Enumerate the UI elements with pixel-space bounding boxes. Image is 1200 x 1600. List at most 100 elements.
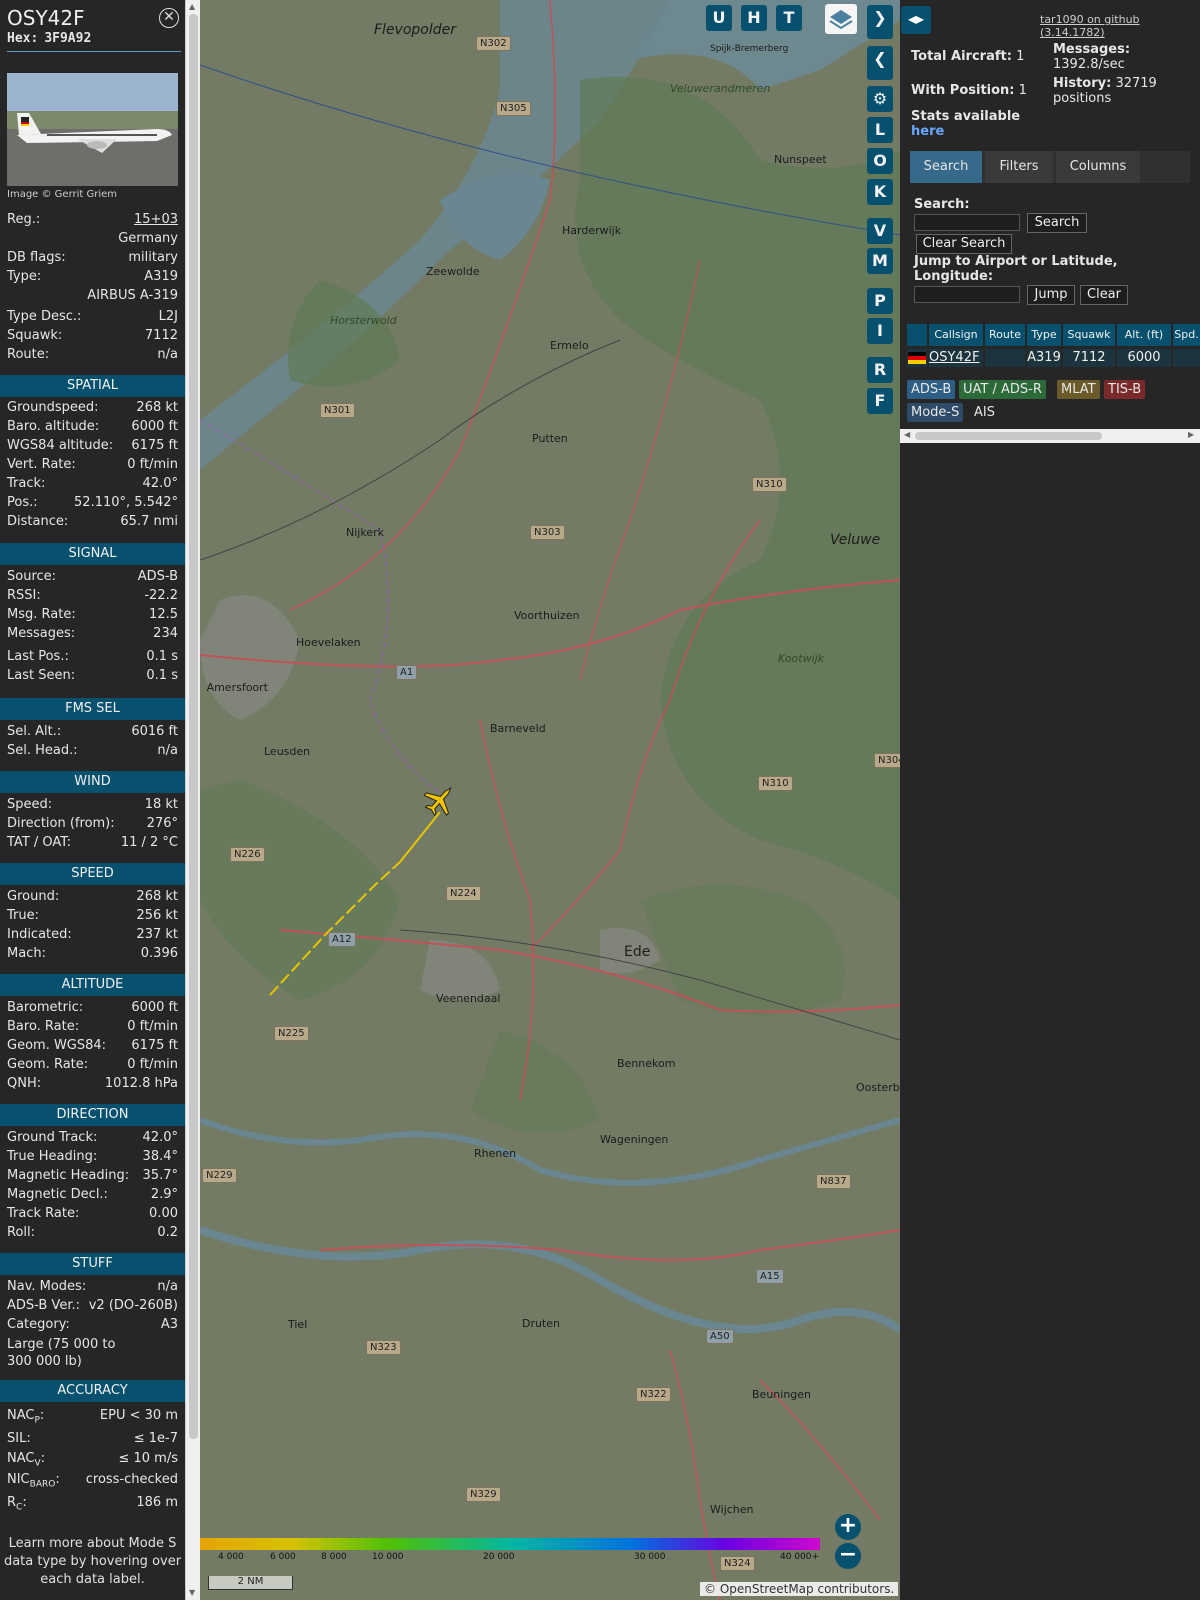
tab-filters[interactable]: Filters (985, 151, 1053, 183)
toggle-p-button[interactable]: P (867, 288, 893, 314)
spatial-row: Track: 42.0° (7, 476, 178, 495)
toggle-sidebar-button[interactable]: ◂▸ (901, 6, 931, 34)
toggle-f-button[interactable]: F (867, 388, 893, 414)
nicbaro-row: NICBARO: cross-checked (7, 1472, 178, 1490)
toggle-m-button[interactable]: M (867, 248, 893, 274)
expand-arrows-icon: ◂▸ (907, 9, 925, 28)
table-header-speed[interactable]: Spd. (1173, 324, 1200, 346)
table-header-flag (907, 324, 927, 346)
field-value: 65.7 nmi (120, 514, 178, 529)
toggle-u-button[interactable]: U (706, 5, 732, 31)
scrollbar-thumb[interactable] (189, 14, 198, 1439)
country-row: Germany (118, 231, 178, 246)
road-label: A50 (706, 1329, 734, 1344)
field-label: Baro. Rate: (7, 1019, 80, 1034)
place-label: Oosterbeek (856, 1081, 900, 1094)
field-label: Sel. Head.: (7, 743, 78, 758)
toggle-i-button[interactable]: I (867, 318, 893, 344)
field-value: 18 kt (144, 797, 178, 812)
search-button[interactable]: Search (1027, 213, 1087, 233)
aircraft-photo[interactable] (7, 73, 178, 186)
adsb-version-row: ADS-B Ver.: v2 (DO-260B) (7, 1298, 178, 1313)
scrollbar-thumb[interactable] (915, 432, 1102, 440)
row-callsign[interactable]: OSY42F (929, 349, 983, 367)
search-input[interactable] (914, 214, 1020, 231)
source-tisb-badge[interactable]: TIS-B (1104, 380, 1146, 399)
aircraft-marker-icon[interactable] (422, 782, 458, 818)
field-label: Msg. Rate: (7, 607, 76, 622)
toggle-k-button[interactable]: K (867, 179, 893, 205)
table-header-route[interactable]: Route (985, 324, 1025, 346)
clear-jump-button[interactable]: Clear (1080, 285, 1128, 305)
table-header-callsign[interactable]: Callsign (929, 324, 983, 346)
road-label: N224 (446, 886, 481, 901)
toggle-v-button[interactable]: V (867, 218, 893, 244)
jump-button[interactable]: Jump (1027, 285, 1075, 305)
zoom-out-button[interactable]: − (835, 1543, 861, 1569)
signal-row: Last Pos.: 0.1 s (7, 649, 178, 668)
field-label: Track: (7, 476, 46, 491)
info-panel-scrollbar[interactable]: ▲ ▼ (185, 0, 200, 1600)
place-label: Tiel (288, 1318, 308, 1331)
toggle-t-button[interactable]: T (776, 5, 802, 31)
road-label: N225 (274, 1026, 309, 1041)
table-horizontal-scrollbar[interactable]: ◀ ▶ (900, 429, 1200, 443)
toggle-h-button[interactable]: H (741, 5, 767, 31)
stats-link[interactable]: here (911, 124, 944, 139)
field-value: 0 ft/min (127, 457, 178, 472)
source-mlat-badge[interactable]: MLAT (1057, 380, 1100, 399)
chevron-right-icon: ❯ (873, 8, 887, 27)
field-value: -22.2 (144, 588, 178, 603)
table-header-altitude[interactable]: Alt. (ft) (1117, 324, 1171, 346)
source-modes-badge[interactable]: Mode-S (907, 403, 964, 422)
direction-row: Roll: 0.2 (7, 1225, 178, 1244)
clear-search-button[interactable]: Clear Search (916, 234, 1012, 254)
map-attribution[interactable]: © OpenStreetMap contributors. (700, 1582, 899, 1596)
source-ais-badge[interactable]: AIS (970, 403, 999, 422)
tab-search[interactable]: Search (910, 151, 982, 183)
nacp-row: NACP: EPU < 30 m (7, 1408, 178, 1426)
section-accuracy: ACCURACY (0, 1380, 185, 1402)
next-aircraft-button[interactable]: ❯ (867, 5, 893, 39)
close-panel-button[interactable]: ✕ (159, 8, 179, 28)
table-header-type[interactable]: Type (1027, 324, 1061, 346)
source-adsb-badge[interactable]: ADS-B (907, 380, 956, 399)
scroll-right-icon[interactable]: ▶ (1188, 430, 1194, 439)
field-value: 1012.8 hPa (104, 1076, 178, 1091)
wind-row: Direction (from): 276° (7, 816, 178, 835)
github-link[interactable]: tar1090 on github (3.14.1782) (1040, 13, 1200, 39)
registration-link[interactable]: 15+03 (134, 212, 178, 231)
zoom-in-button[interactable]: + (835, 1514, 861, 1540)
tab-columns[interactable]: Columns (1056, 151, 1140, 183)
toggle-o-button[interactable]: O (867, 148, 893, 174)
road-label: N229 (202, 1168, 237, 1183)
field-label: RSSI: (7, 588, 41, 603)
row-speed (1173, 349, 1200, 367)
road-label: A1 (396, 665, 418, 680)
plus-icon: + (838, 1513, 858, 1538)
settings-button[interactable]: ⚙ (867, 86, 893, 112)
toggle-r-button[interactable]: R (867, 357, 893, 383)
field-label: Speed: (7, 797, 53, 812)
source-uat-badge[interactable]: UAT / ADS-R (959, 380, 1046, 399)
toggle-l-button[interactable]: L (867, 117, 893, 143)
altitude-tick: 20 000 (483, 1552, 515, 1562)
history-stat: History: 32719 positions (1053, 76, 1157, 106)
map-view[interactable]: Flevopolder Harderwijk Zeewolde Horsterw… (200, 0, 900, 1600)
layers-button[interactable] (825, 4, 857, 34)
altitude-color-legend (200, 1538, 820, 1550)
scroll-left-icon[interactable]: ◀ (904, 430, 910, 439)
field-value: 35.7° (142, 1168, 178, 1183)
jump-input[interactable] (914, 286, 1020, 303)
nacv-row: NACV: ≤ 10 m/s (7, 1451, 178, 1469)
place-label: Zeewolde (426, 265, 480, 278)
scroll-up-icon[interactable]: ▲ (189, 2, 195, 11)
previous-aircraft-button[interactable]: ❮ (867, 46, 893, 80)
road-label: N305 (496, 101, 531, 116)
section-altitude: ALTITUDE (0, 974, 185, 996)
table-header-squawk[interactable]: Squawk (1063, 324, 1115, 346)
category-description: Large (75 000 to 300 000 lb) (7, 1337, 116, 1369)
panel-tabs: Search Filters Columns (910, 151, 1190, 183)
scroll-down-icon[interactable]: ▼ (189, 1588, 195, 1597)
row-route (985, 349, 1025, 367)
